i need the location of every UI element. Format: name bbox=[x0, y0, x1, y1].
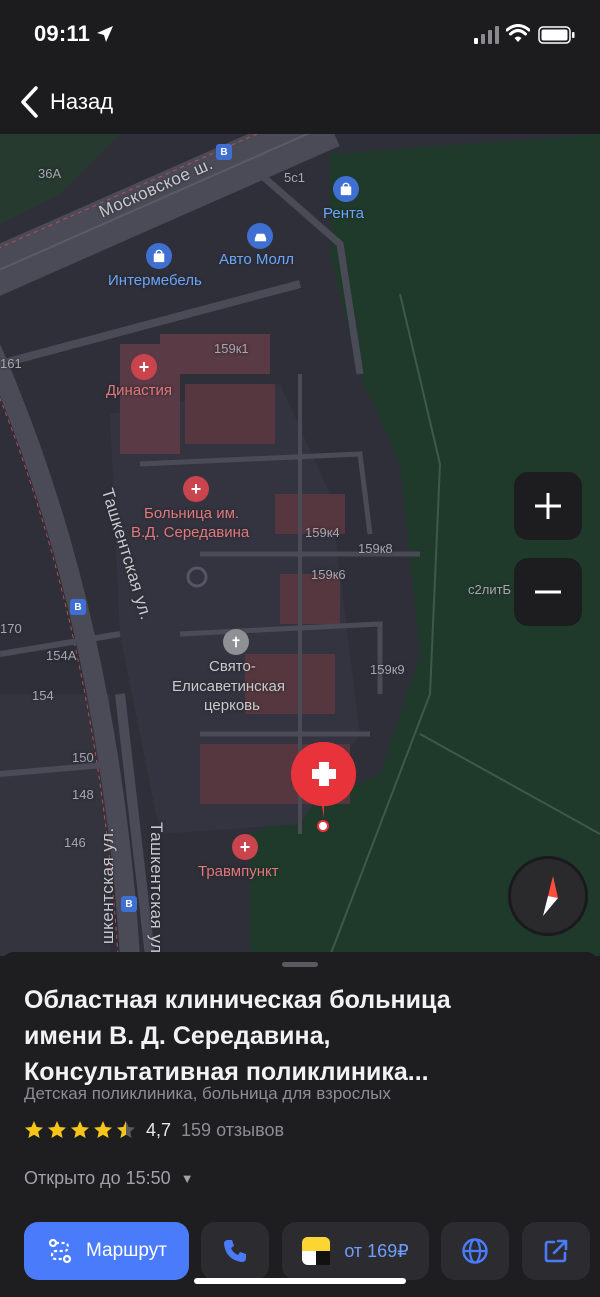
rating-value: 4,7 bbox=[146, 1119, 172, 1140]
opening-hours-text: Открыто до 15:50 bbox=[24, 1168, 171, 1188]
selected-place-pin[interactable] bbox=[290, 740, 358, 836]
medical-cross-icon[interactable]: + bbox=[183, 476, 209, 502]
taxi-price-label: от 169₽ bbox=[344, 1240, 409, 1261]
compass-button[interactable] bbox=[508, 856, 588, 936]
taxi-icon bbox=[302, 1237, 331, 1265]
house-number: 161 bbox=[0, 356, 22, 371]
street-label-tashkentskaya: шкентская ул. bbox=[98, 827, 117, 944]
house-number: 159к9 bbox=[370, 662, 405, 677]
compass-icon bbox=[543, 876, 558, 916]
poi-label-intermebel[interactable]: Интермебель bbox=[108, 272, 202, 289]
reviews-link[interactable]: 159 отзывов bbox=[181, 1120, 284, 1141]
poi-label-travmpunkt[interactable]: Травмпункт bbox=[198, 863, 279, 880]
house-number: с2литБ bbox=[468, 582, 512, 597]
taxi-button[interactable]: от 169₽ bbox=[282, 1222, 429, 1280]
status-time: 09:11 bbox=[34, 21, 91, 46]
caret-down-icon: ▼ bbox=[180, 1171, 194, 1186]
star-icon bbox=[71, 1121, 89, 1138]
poi-label-renta[interactable]: Рента bbox=[323, 205, 364, 222]
star-icon bbox=[25, 1121, 43, 1138]
poi-label-church-line2[interactable]: Елисаветинская bbox=[172, 678, 285, 695]
call-button[interactable] bbox=[201, 1222, 269, 1280]
house-number: 36А bbox=[38, 166, 62, 181]
medical-cross-icon[interactable]: + bbox=[232, 834, 258, 860]
house-number: 154А bbox=[46, 648, 77, 663]
star-icon bbox=[48, 1121, 66, 1138]
medical-cross-icon[interactable]: + bbox=[131, 354, 157, 380]
zoom-in-button[interactable] bbox=[514, 472, 582, 540]
house-number: 159к8 bbox=[358, 541, 393, 556]
status-bar: 09:11 bbox=[0, 0, 600, 70]
house-number: 170 bbox=[0, 621, 22, 636]
half-star-icon bbox=[117, 1121, 135, 1138]
star-icon bbox=[94, 1121, 112, 1138]
back-label: Назад bbox=[50, 89, 114, 114]
place-title-line: Областная клиническая больница bbox=[24, 986, 451, 1014]
minus-icon bbox=[535, 590, 561, 594]
route-button-label: Маршрут bbox=[86, 1240, 167, 1261]
share-icon bbox=[544, 1239, 568, 1263]
wifi-icon bbox=[506, 24, 530, 42]
shopping-bag-icon[interactable] bbox=[333, 176, 359, 202]
zoom-out-button[interactable] bbox=[514, 558, 582, 626]
place-title: Областная клиническая больница имени В. … bbox=[24, 982, 584, 1090]
house-number: 159к4 bbox=[305, 525, 340, 540]
cellular-signal-icon bbox=[474, 26, 499, 44]
poi-label-hospital-line2[interactable]: В.Д. Середавина bbox=[131, 524, 249, 541]
shopping-bag-icon[interactable] bbox=[146, 243, 172, 269]
globe-icon bbox=[462, 1238, 488, 1264]
rating-row[interactable]: 4,7 159 отзывов bbox=[24, 1118, 284, 1142]
church-cross-icon[interactable] bbox=[223, 629, 249, 655]
chevron-left-icon bbox=[21, 86, 38, 118]
location-arrow-icon bbox=[97, 26, 113, 42]
place-title-line: имени В. Д. Середавина, bbox=[24, 1022, 331, 1050]
place-category: Детская поликлиника, больница для взросл… bbox=[24, 1084, 391, 1103]
home-indicator[interactable] bbox=[194, 1278, 406, 1284]
map-view[interactable]: Московское ш. Ташкентская ул. Ташкентска… bbox=[0, 134, 600, 956]
house-number: 146 bbox=[64, 835, 86, 850]
route-icon bbox=[48, 1238, 72, 1264]
website-button[interactable] bbox=[441, 1222, 509, 1280]
transit-stop-icon[interactable]: B bbox=[70, 599, 86, 615]
place-card[interactable]: Областная клиническая больница имени В. … bbox=[0, 952, 600, 1297]
transit-stop-icon[interactable]: B bbox=[216, 144, 232, 160]
house-number: 148 bbox=[72, 787, 94, 802]
rating-stars bbox=[24, 1120, 136, 1140]
plus-icon bbox=[535, 493, 561, 519]
phone-icon bbox=[224, 1240, 246, 1262]
opening-hours[interactable]: Открыто до 15:50 ▼ bbox=[24, 1168, 194, 1189]
poi-label-avto-moll[interactable]: Авто Молл bbox=[219, 251, 294, 268]
sheet-grabber[interactable] bbox=[282, 962, 318, 967]
house-number: 159к6 bbox=[311, 567, 346, 582]
poi-label-church-line1[interactable]: Свято- bbox=[209, 658, 256, 675]
back-button[interactable]: Назад bbox=[18, 84, 113, 120]
battery-icon bbox=[538, 26, 575, 44]
car-icon[interactable] bbox=[247, 223, 273, 249]
street-label-tashkentskaya: Ташкентская ул. bbox=[147, 822, 166, 956]
house-number: 159к1 bbox=[214, 341, 249, 356]
poi-label-hospital-line1[interactable]: Больница им. bbox=[144, 505, 239, 522]
house-number: 154 bbox=[32, 688, 54, 703]
transit-stop-icon[interactable]: B bbox=[121, 896, 137, 912]
share-button[interactable] bbox=[522, 1222, 590, 1280]
poi-label-dinastiya[interactable]: Династия bbox=[106, 382, 172, 399]
route-button[interactable]: Маршрут bbox=[24, 1222, 189, 1280]
action-bar: Маршрут от 169₽ bbox=[0, 1222, 600, 1280]
house-number: 5с1 bbox=[284, 170, 305, 185]
poi-label-church-line3[interactable]: церковь bbox=[204, 697, 260, 714]
house-number: 150 bbox=[72, 750, 94, 765]
navigation-bar: Назад bbox=[0, 70, 600, 134]
